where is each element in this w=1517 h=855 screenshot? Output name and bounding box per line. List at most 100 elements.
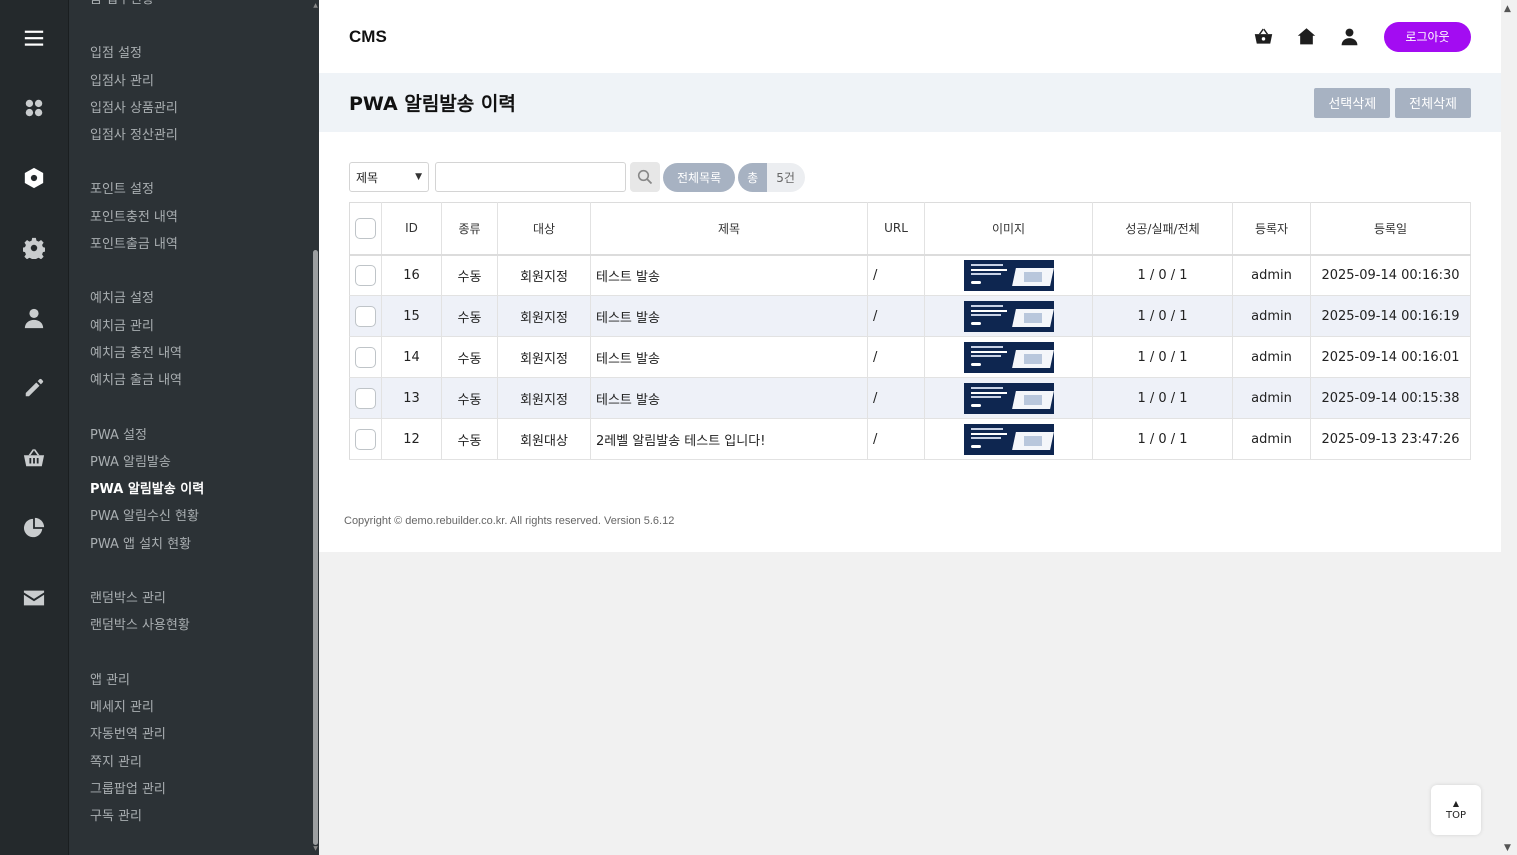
sidebar-item[interactable]: PWA 앱 설치 현황 xyxy=(90,531,309,558)
cell-target: 회원지정 xyxy=(497,295,591,337)
cell-id: 12 xyxy=(381,418,442,460)
cell-author: admin xyxy=(1232,336,1311,378)
sidebar-item[interactable]: 그룹팝업 관리 xyxy=(90,776,309,803)
edit-icon[interactable] xyxy=(22,376,46,400)
sidebar-item[interactable]: 포인트충전 내역 xyxy=(90,204,309,231)
header-result[interactable]: 성공/실패/전체 xyxy=(1092,202,1233,256)
row-checkbox[interactable] xyxy=(355,305,376,327)
cell-target: 회원대상 xyxy=(497,418,591,460)
header-url[interactable]: URL xyxy=(867,202,925,256)
cell-author: admin xyxy=(1232,377,1311,419)
notification-image-thumbnail[interactable] xyxy=(963,259,1054,291)
module-icon[interactable] xyxy=(22,166,46,190)
sidebar-group: 랜덤박스 관리 랜덤박스 사용현황 xyxy=(69,585,309,640)
sidebar-item[interactable]: 자동번역 관리 xyxy=(90,721,309,748)
submenu-scrollbar-thumb[interactable] xyxy=(313,250,318,845)
top-bar: CMS 로그아웃 xyxy=(319,0,1501,73)
header-type[interactable]: 종류 xyxy=(441,202,498,256)
scroll-up-arrow-icon[interactable]: ▲ xyxy=(1504,4,1511,14)
table-row[interactable]: 13 수동 회원지정 테스트 발송/ 1 / 0 / 1 admin 2025-09-14 … xyxy=(349,377,1471,419)
main-content: CMS 로그아웃 PWA 알림발송 이력 선택삭제 전체삭제 제목 ▼ 전체목록… xyxy=(319,0,1501,552)
notification-image-thumbnail[interactable] xyxy=(963,341,1054,373)
row-checkbox[interactable] xyxy=(355,387,376,409)
table-row[interactable]: 12 수동 회원대상 2레벨 알림발송 테스트 입니다!/ 1 / 0 / 1 admin… xyxy=(349,418,1471,460)
sidebar-item[interactable]: 입점사 관리 xyxy=(90,68,309,95)
table-header-row: ID 종류 대상 제목 URL 이미지 성공/실패/전체 등록자 등록일 xyxy=(349,202,1471,256)
cell-url: / xyxy=(867,295,925,337)
cell-subject[interactable]: 2레벨 알림발송 테스트 입니다! xyxy=(590,418,868,460)
user-icon[interactable] xyxy=(22,306,46,330)
cell-target: 회원지정 xyxy=(497,254,591,296)
sidebar-group: 앱 관리 메세지 관리 자동번역 관리 쪽지 관리 그룹팝업 관리 구독 관리 xyxy=(69,667,309,831)
delete-all-button[interactable]: 전체삭제 xyxy=(1395,87,1471,118)
header-subject[interactable]: 제목 xyxy=(590,202,868,256)
search-input[interactable] xyxy=(435,162,626,192)
search-field-value: 제목 xyxy=(356,170,379,185)
sidebar-item[interactable]: 메세지 관리 xyxy=(90,694,309,721)
scroll-up-arrow-icon[interactable]: ▲ xyxy=(312,2,319,10)
sidebar-item[interactable]: 예치금 설정 xyxy=(90,285,309,312)
header-author[interactable]: 등록자 xyxy=(1232,202,1311,256)
sidebar-item[interactable]: 포인트출금 내역 xyxy=(90,231,309,258)
sidebar-item[interactable]: 입점 설정 xyxy=(90,40,309,67)
submenu-list: 폼 접수현황입점 설정입점사 관리입점사 상품관리입점사 정산관리포인트 설정포… xyxy=(69,0,309,830)
delete-selected-button[interactable]: 선택삭제 xyxy=(1314,87,1391,118)
logout-button[interactable]: 로그아웃 xyxy=(1384,21,1471,52)
sidebar-item[interactable]: 입점사 상품관리 xyxy=(90,95,309,122)
cell-subject[interactable]: 테스트 발송 xyxy=(590,295,868,337)
notification-image-thumbnail[interactable] xyxy=(963,423,1054,455)
header-target[interactable]: 대상 xyxy=(497,202,591,256)
header-image[interactable]: 이미지 xyxy=(924,202,1093,256)
notification-image-thumbnail[interactable] xyxy=(963,382,1054,414)
select-all-checkbox[interactable] xyxy=(355,217,376,239)
table-row[interactable]: 15 수동 회원지정 테스트 발송/ 1 / 0 / 1 admin 2025-09-14 … xyxy=(349,295,1471,337)
menu-icon[interactable] xyxy=(22,26,46,50)
table-row[interactable]: 14 수동 회원지정 테스트 발송/ 1 / 0 / 1 admin 2025-09-14 … xyxy=(349,336,1471,378)
sidebar-item[interactable]: 포인트 설정 xyxy=(90,176,309,203)
header-id[interactable]: ID xyxy=(381,202,442,256)
row-checkbox[interactable] xyxy=(355,346,376,368)
sidebar-group: 입점 설정 입점사 관리 입점사 상품관리 입점사 정산관리 xyxy=(69,40,309,149)
row-checkbox[interactable] xyxy=(355,428,376,450)
pie-chart-icon[interactable] xyxy=(22,516,46,540)
sidebar-item[interactable]: 입점사 정산관리 xyxy=(90,122,309,149)
sidebar-item[interactable]: PWA 알림발송 이력 xyxy=(90,476,309,503)
cell-subject[interactable]: 테스트 발송 xyxy=(590,377,868,419)
sidebar-item[interactable]: 폼 접수현황 xyxy=(90,0,309,13)
user-icon[interactable] xyxy=(1338,26,1360,48)
cell-author: admin xyxy=(1232,254,1311,296)
header-date[interactable]: 등록일 xyxy=(1310,202,1471,256)
sidebar-item[interactable]: 예치금 충전 내역 xyxy=(90,340,309,367)
settings-icon[interactable] xyxy=(22,236,46,260)
sidebar-item[interactable]: PWA 알림발송 xyxy=(90,449,309,476)
scroll-top-button[interactable]: ▲ TOP xyxy=(1431,785,1481,835)
logo[interactable]: CMS xyxy=(349,27,387,47)
sidebar-item[interactable]: 앱 관리 xyxy=(90,667,309,694)
sidebar-item[interactable]: PWA 설정 xyxy=(90,422,309,449)
cell-subject[interactable]: 테스트 발송 xyxy=(590,336,868,378)
sidebar-item[interactable]: 구독 관리 xyxy=(90,803,309,830)
scroll-down-arrow-icon[interactable]: ▼ xyxy=(1504,843,1511,853)
sidebar-item[interactable]: 예치금 출금 내역 xyxy=(90,367,309,394)
search-button[interactable] xyxy=(630,162,660,192)
sidebar-item[interactable]: 쪽지 관리 xyxy=(90,749,309,776)
search-field-select[interactable]: 제목 ▼ xyxy=(349,162,429,192)
table-row[interactable]: 16 수동 회원지정 테스트 발송/ 1 / 0 / 1 admin 2025-09-14 … xyxy=(349,254,1471,296)
page-scrollbar[interactable]: ▲ ▼ xyxy=(1501,0,1517,855)
apps-icon[interactable] xyxy=(22,96,46,120)
row-checkbox[interactable] xyxy=(355,264,376,286)
sidebar-item[interactable]: 랜덤박스 사용현황 xyxy=(90,612,309,639)
sidebar-item[interactable]: 예치금 관리 xyxy=(90,313,309,340)
scroll-down-arrow-icon[interactable]: ▼ xyxy=(312,845,319,853)
home-icon[interactable] xyxy=(1295,26,1317,48)
cell-subject[interactable]: 테스트 발송 xyxy=(590,254,868,296)
search-bar: 제목 ▼ 전체목록 총 5건 xyxy=(349,162,1471,192)
mail-icon[interactable] xyxy=(22,586,46,610)
notification-image-thumbnail[interactable] xyxy=(963,300,1054,332)
sidebar-item[interactable]: 랜덤박스 관리 xyxy=(90,585,309,612)
basket-icon[interactable] xyxy=(1252,26,1274,48)
cell-id: 14 xyxy=(381,336,442,378)
all-list-button[interactable]: 전체목록 xyxy=(663,162,736,192)
sidebar-item[interactable]: PWA 알림수신 현황 xyxy=(90,503,309,530)
basket-icon[interactable] xyxy=(22,446,46,470)
